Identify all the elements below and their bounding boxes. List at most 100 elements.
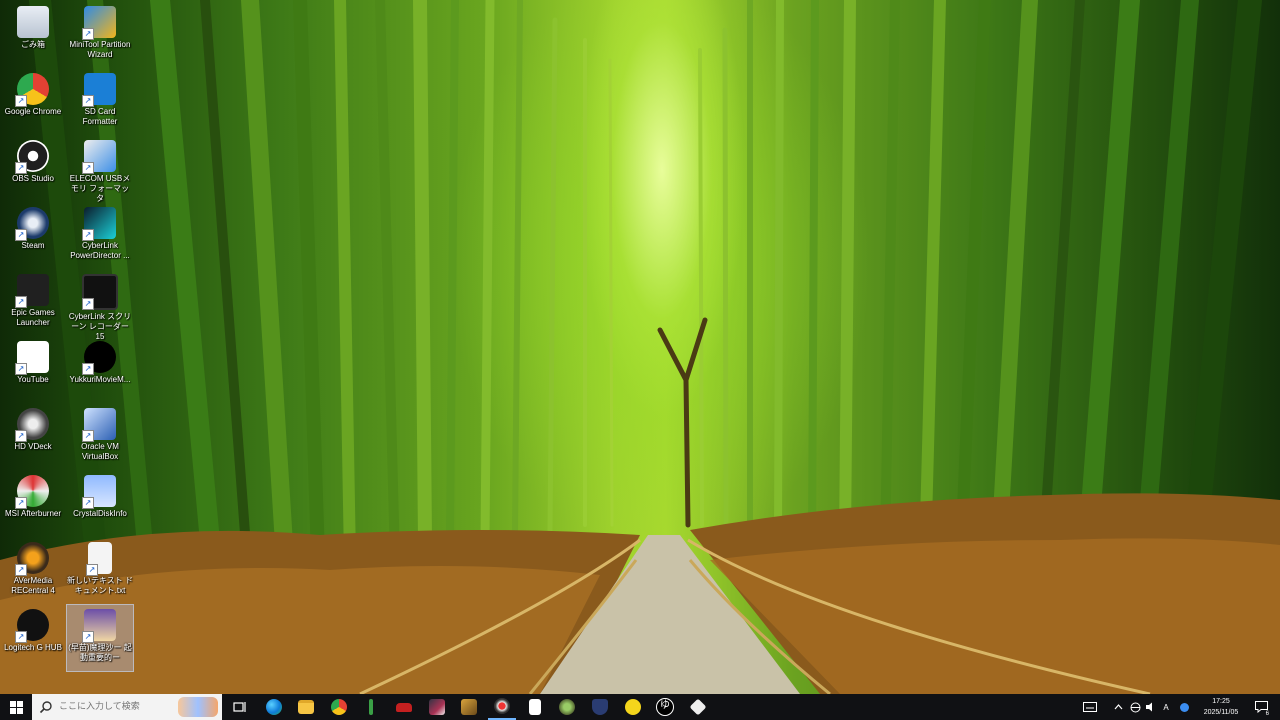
shortcut-arrow-icon: ↗	[15, 430, 27, 442]
taskbar-media-app[interactable]	[423, 694, 451, 720]
youtube-icon: ↗	[15, 341, 49, 375]
shortcut-arrow-icon: ↗	[82, 430, 94, 442]
desktop-shortcut[interactable]: ↗ Steam	[0, 203, 66, 269]
desktop-shortcut[interactable]: ↗ YukkuriMovieM...	[67, 337, 133, 403]
msi-afterburner-icon: ↗	[15, 475, 49, 509]
desktop-shortcut[interactable]: ごみ箱	[0, 2, 66, 68]
desktop-shortcut[interactable]: ↗ SD Card Formatter	[67, 69, 133, 135]
taskbar-car-app[interactable]	[390, 694, 418, 720]
bamboo-forest-scene	[0, 0, 1280, 694]
desktop-shortcut-label: Logitech G HUB	[4, 643, 62, 652]
desktop-shortcut[interactable]: ↗ HD VDeck	[0, 404, 66, 470]
taskbar-search-box[interactable]	[32, 694, 222, 720]
recentral-icon: ↗	[15, 542, 49, 576]
keyboard-icon	[1083, 702, 1097, 712]
network-tray-button[interactable]	[1128, 694, 1142, 720]
desktop-shortcut[interactable]: ↗ CyberLink スクリーン レコーダー 15	[67, 270, 133, 341]
desktop-shortcut[interactable]: ↗ CyberLink PowerDirector ...	[67, 203, 133, 269]
desktop-shortcut[interactable]: ↗ Logitech G HUB	[0, 605, 66, 671]
search-highlight-image	[178, 697, 218, 717]
windows-logo-icon	[9, 700, 23, 714]
recycle-bin-icon	[17, 6, 49, 38]
desktop-shortcut[interactable]: ↗ (早苗)魔理沙ー 起動重要的ー	[66, 604, 134, 672]
desktop-shortcut-label: SD Card Formatter	[82, 107, 118, 126]
desktop-shortcut[interactable]: ↗ OBS Studio	[0, 136, 66, 202]
desktop-shortcut[interactable]: ↗ MiniTool Partition Wizard	[67, 2, 133, 68]
taskbar: ゆ A 17:25 2025/11/05 6	[0, 694, 1280, 720]
desktop-shortcut-label: YouTube	[17, 375, 49, 384]
taskbar-smile-app[interactable]	[619, 694, 647, 720]
desktop-shortcut[interactable]: ↗ YouTube	[0, 337, 66, 403]
desktop-shortcut[interactable]: ↗ Google Chrome	[0, 69, 66, 135]
sd-card-icon: ↗	[82, 73, 116, 107]
taskbar-yukkuri-app[interactable]: ゆ	[651, 694, 679, 720]
desktop-shortcut[interactable]: ↗ Oracle VM VirtualBox	[67, 404, 133, 470]
folder-icon	[298, 700, 314, 714]
chrome-icon: ↗	[15, 73, 49, 107]
taskbar-shield-app[interactable]	[586, 694, 614, 720]
taskbar-photo-app[interactable]	[455, 694, 483, 720]
shortcut-arrow-icon: ↗	[82, 631, 94, 643]
obs-icon: ↗	[15, 140, 49, 174]
shortcut-arrow-icon: ↗	[82, 298, 94, 310]
yukkuri-icon: ゆ	[656, 698, 674, 716]
powerdirector-icon: ↗	[82, 207, 116, 241]
volume-tray-button[interactable]	[1143, 694, 1157, 720]
desktop-wallpaper	[0, 0, 1280, 694]
desktop-shortcut-label: Steam	[21, 241, 45, 250]
photo-icon	[461, 699, 477, 715]
show-hidden-icons-button[interactable]	[1110, 694, 1126, 720]
shield-icon	[592, 699, 608, 715]
desktop-shortcut-label: (早苗)魔理沙ー 起動重要的ー	[68, 643, 132, 662]
blue-circle-icon	[1179, 702, 1189, 712]
record-icon	[494, 698, 510, 714]
taskbar-cube-app[interactable]	[684, 694, 712, 720]
search-input[interactable]	[57, 701, 171, 713]
taskbar-usb-app[interactable]	[521, 694, 549, 720]
screen-recorder-icon: ↗	[82, 274, 118, 310]
desktop-shortcut[interactable]: ↗ CrystalDiskInfo	[67, 471, 133, 537]
edge-icon	[266, 699, 282, 715]
smile-icon	[625, 699, 641, 715]
ime-indicator[interactable]: A	[1158, 694, 1174, 720]
onedrive-tray-button[interactable]	[1176, 694, 1192, 720]
taskbar-figure-app[interactable]	[553, 694, 581, 720]
shortcut-arrow-icon: ↗	[15, 631, 27, 643]
shortcut-arrow-icon: ↗	[15, 162, 27, 174]
network-globe-icon	[1130, 702, 1140, 712]
shortcut-arrow-icon: ↗	[15, 229, 27, 241]
cube-icon	[689, 698, 707, 716]
desktop-shortcut-label: 新しいテキスト ドキュメント.txt	[67, 576, 133, 595]
shortcut-arrow-icon: ↗	[15, 95, 27, 107]
desktop-shortcut[interactable]: ↗ Epic Games Launcher	[0, 270, 66, 336]
start-button[interactable]	[0, 694, 32, 720]
desktop-shortcut[interactable]: ↗ ELECOM USBメモリ フォーマッタ	[67, 136, 133, 203]
desktop-shortcut-label: Google Chrome	[4, 107, 62, 116]
desktop-shortcut-label: AVerMedia RECentral 4	[11, 576, 55, 595]
taskbar-edge[interactable]	[260, 694, 288, 720]
taskbar-file-explorer[interactable]	[292, 694, 320, 720]
keyboard-tray-button[interactable]	[1080, 694, 1100, 720]
notification-center-button[interactable]: 6	[1250, 694, 1272, 720]
desktop-shortcut-label: OBS Studio	[12, 174, 54, 183]
desktop-shortcut-label: ELECOM USBメモリ フォーマッタ	[69, 174, 131, 203]
chrome-icon	[331, 699, 347, 715]
task-view-button[interactable]	[226, 694, 254, 720]
desktop-shortcut-label: CrystalDiskInfo	[73, 509, 127, 518]
taskbar-pin-app[interactable]	[357, 694, 385, 720]
taskbar-record-app[interactable]	[488, 694, 516, 720]
desktop-shortcut[interactable]: ↗ AVerMedia RECentral 4	[0, 538, 66, 604]
shortcut-arrow-icon: ↗	[15, 564, 27, 576]
taskbar-chrome[interactable]	[325, 694, 353, 720]
elecom-icon: ↗	[82, 140, 116, 174]
desktop-shortcut[interactable]: ↗ 新しいテキスト ドキュメント.txt	[67, 538, 133, 604]
taskbar-clock[interactable]: 17:25 2025/11/05	[1196, 696, 1246, 718]
desktop-shortcut-label: CyberLink PowerDirector ...	[70, 241, 130, 260]
search-icon	[39, 701, 52, 714]
desktop-shortcut-label: ごみ箱	[21, 40, 45, 49]
shortcut-arrow-icon: ↗	[82, 95, 94, 107]
shortcut-arrow-icon: ↗	[82, 229, 94, 241]
task-view-icon	[233, 702, 246, 712]
shortcut-arrow-icon: ↗	[82, 497, 94, 509]
desktop-shortcut[interactable]: ↗ MSI Afterburner	[0, 471, 66, 537]
